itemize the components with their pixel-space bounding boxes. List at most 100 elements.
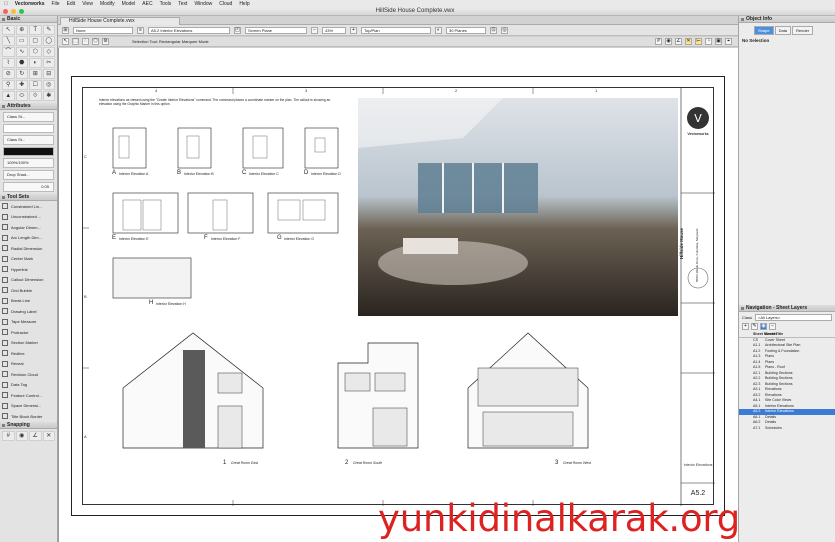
basic-tool-icon[interactable]: ⟐ [29,91,42,101]
basic-tool-icon[interactable]: T [29,25,42,35]
pen-swatch[interactable] [3,147,54,156]
basic-tool-icon[interactable]: ☐ [29,80,42,90]
toolset-item[interactable]: Data Tag [0,380,57,391]
zoom-out-icon[interactable]: − [311,26,318,34]
render-icon[interactable]: ◐ [435,26,442,34]
zoom-in-icon[interactable]: + [350,26,357,34]
basic-tool-icon[interactable]: ◎ [42,80,55,90]
layer-filter-select[interactable]: <All Layers> [755,314,832,321]
menu-aec[interactable]: AEC [142,1,152,7]
marquee-mode-icon[interactable]: ⬚ [72,38,79,45]
toolset-item[interactable]: Redline [0,348,57,359]
toolset-item[interactable]: Callout Dimension [0,275,57,286]
basic-tool-icon[interactable]: ╲ [2,36,15,46]
basic-tool-icon[interactable]: ◐ [29,58,42,68]
basic-tool-icon[interactable]: ⌒ [2,47,15,57]
snap-intersection-toggle[interactable]: ✕ [685,38,692,45]
snap-tangent-toggle[interactable]: ◔ [705,38,712,45]
menu-text[interactable]: Text [178,1,187,7]
sheet-row[interactable]: A7.1 Schedules [739,426,835,432]
toolset-item[interactable]: Unconstrained ... [0,212,57,223]
menu-model[interactable]: Model [122,1,136,7]
close-window-button[interactable] [3,9,8,14]
planes-select[interactable]: 30 Planes [446,26,486,34]
snap-object-toggle[interactable]: ◉ [665,38,672,45]
fill-style-select[interactable]: Class St... [3,112,54,122]
basic-tool-icon[interactable]: ↖ [2,25,15,35]
menu-cloud[interactable]: Cloud [219,1,232,7]
menu-help[interactable]: Help [239,1,249,7]
menu-view[interactable]: View [82,1,93,7]
basic-tool-icon[interactable]: ◇ [42,47,55,57]
sheet-number-column[interactable]: Sheet Number [739,332,777,337]
toolset-item[interactable]: Revision Cloud [0,369,57,380]
fill-swatch[interactable] [3,124,54,133]
minimize-window-button[interactable] [11,9,16,14]
basic-tool-icon[interactable]: ⚲ [2,80,15,90]
toolset-item[interactable]: Space Dimensi... [0,401,57,412]
basic-tool-icon[interactable]: ∿ [15,47,28,57]
nav-delete-icon[interactable]: − [769,323,776,330]
working-plane-icon[interactable]: ⌖ [725,38,732,45]
menu-edit[interactable]: Edit [67,1,76,7]
pen-style-select[interactable]: Class St... [3,135,54,145]
class-icon[interactable]: ⊞ [62,26,69,34]
attributes-palette-header[interactable]: Attributes [0,103,57,110]
basic-tool-icon[interactable]: ✎ [42,25,55,35]
nav-view-icon[interactable]: ◉ [760,323,767,330]
nav-edit-icon[interactable]: ✎ [751,323,758,330]
view-icon[interactable]: ◰ [234,26,241,34]
basic-tool-icon[interactable]: ⬭ [15,91,28,101]
basic-tool-icon[interactable]: ▭ [15,36,28,46]
drawing-canvas[interactable]: V 4 3 2 1 C B A Interior elevations as v… [58,48,738,542]
app-menu[interactable]: Vectorworks [15,1,45,7]
tab-render[interactable]: Render [792,26,814,35]
toolset-item[interactable]: Hyperlink [0,264,57,275]
line-thickness-field[interactable]: 0.05 [3,182,54,192]
lasso-mode-icon[interactable]: ◌ [82,38,89,45]
toolset-item[interactable]: Drawing Label [0,306,57,317]
selection-mode-icon[interactable]: ↖ [62,38,69,45]
basic-tool-icon[interactable]: ⊘ [2,69,15,79]
snap-surface-toggle[interactable]: ▣ [715,38,722,45]
toolset-item[interactable]: Radial Dimension [0,243,57,254]
snap-grid-icon[interactable]: # [2,430,15,441]
snap-intersection-icon[interactable]: ✕ [42,430,55,441]
basic-tool-icon[interactable]: ⊟ [42,69,55,79]
apple-menu[interactable]:  [4,1,8,7]
toolset-item[interactable]: Center Mark [0,254,57,265]
opacity-field[interactable]: 100%/100% [3,158,54,168]
active-layer-select[interactable]: A5.2 Interior Elevations [148,26,230,34]
nav-add-icon[interactable]: + [742,323,749,330]
snap-grid-toggle[interactable]: # [655,38,662,45]
snap-angle-icon[interactable]: ∠ [29,430,42,441]
navigation-header[interactable]: Navigation - Sheet Layers [739,305,835,312]
toolset-item[interactable]: Constrained Lin... [0,201,57,212]
basic-tool-icon[interactable]: ⬡ [29,47,42,57]
toolset-item[interactable]: Protractor [0,327,57,338]
basic-tool-icon[interactable]: ⌇ [2,58,15,68]
document-tab[interactable]: HillSide House Complete.vwx [60,17,180,25]
drop-shadow-field[interactable]: Drop Shad... [3,170,54,180]
basic-tool-icon[interactable]: ↻ [15,69,28,79]
basic-tool-icon[interactable]: ✱ [42,91,55,101]
sheet-title-column[interactable]: Sheet Title [765,332,783,337]
snap-angle-toggle[interactable]: ∠ [675,38,682,45]
toolset-item[interactable]: Break Line [0,296,57,307]
zoom-field[interactable]: 43% [322,26,346,34]
projection-select[interactable]: Top/Plan [361,26,431,34]
toolset-item[interactable]: Feature Control... [0,390,57,401]
basic-tool-icon[interactable]: ◯ [42,36,55,46]
menu-window[interactable]: Window [194,1,212,7]
basic-tool-icon[interactable]: ⬣ [15,58,28,68]
settings-gear-icon[interactable]: ⚙ [102,38,109,45]
toolset-item[interactable]: Grid Bubble [0,285,57,296]
lock-icon[interactable]: ⊡ [490,26,497,34]
menu-tools[interactable]: Tools [160,1,172,7]
toolset-item[interactable]: Reveal [0,359,57,370]
tab-data[interactable]: Data [774,26,792,35]
basic-palette-header[interactable]: Basic [0,16,57,23]
snapping-palette-header[interactable]: Snapping [0,421,57,429]
polygon-mode-icon[interactable]: ⬠ [92,38,99,45]
basic-tool-icon[interactable]: ✚ [15,80,28,90]
